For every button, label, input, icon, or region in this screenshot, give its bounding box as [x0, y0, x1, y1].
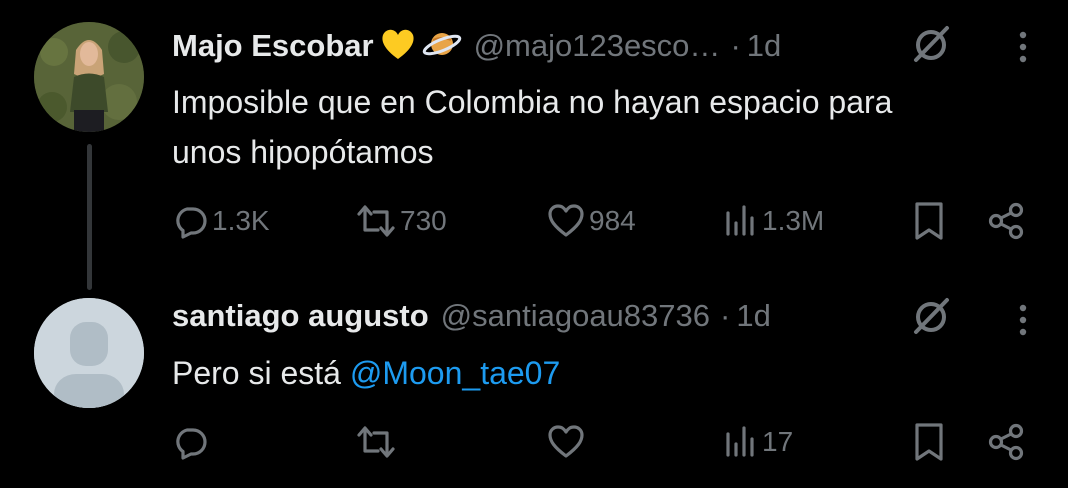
reply-icon — [176, 428, 207, 460]
like-count: 984 — [589, 205, 636, 236]
yellow-heart-icon — [380, 27, 416, 66]
grok-icon[interactable] — [909, 23, 953, 67]
author-name[interactable]: santiago augusto — [172, 298, 429, 334]
views-button[interactable]: 1.3M — [724, 199, 824, 243]
bookmark-icon — [915, 423, 943, 461]
tweet-text: Pero si está @Moon_tae07 — [172, 348, 1042, 398]
share-button[interactable] — [986, 420, 1026, 464]
avatar-majo-escobar[interactable] — [34, 22, 144, 132]
bookmark-icon — [915, 202, 943, 240]
tweet-header: santiago augusto @santiagoau83736 · 1d — [172, 296, 771, 336]
retweet-icon — [357, 205, 395, 237]
tweet-time[interactable]: 1d — [736, 298, 770, 334]
avatar-santiago-augusto[interactable] — [34, 298, 144, 408]
more-icon[interactable] — [1013, 29, 1033, 65]
default-avatar-icon — [34, 298, 144, 408]
reply-icon — [176, 207, 207, 239]
action-bar: 17 — [172, 420, 1032, 464]
more-icon[interactable] — [1013, 302, 1033, 338]
like-button[interactable] — [547, 420, 589, 464]
tweet-text-line-2: unos hipopótamos — [172, 134, 434, 170]
tweet-text-line-1: Imposible que en Colombia no hayan espac… — [172, 84, 893, 120]
views-button[interactable]: 17 — [724, 420, 793, 464]
separator-dot: · — [730, 28, 741, 63]
reply-count: 1.3K — [212, 205, 270, 236]
tweet-text: Imposible que en Colombia no hayan espac… — [172, 77, 1042, 177]
retweet-count: 730 — [400, 205, 447, 236]
like-button[interactable]: 984 — [547, 199, 636, 243]
reply-button[interactable]: 1.3K — [172, 199, 270, 243]
like-icon — [548, 425, 584, 458]
views-count: 17 — [762, 426, 794, 457]
share-icon — [988, 202, 1024, 240]
retweet-button[interactable]: 730 — [356, 199, 447, 243]
thread-connector-line — [87, 144, 92, 290]
author-name[interactable]: Majo Escobar — [172, 28, 374, 64]
tweet-time[interactable]: 1d — [747, 28, 781, 64]
share-icon — [988, 423, 1024, 461]
like-icon — [548, 204, 584, 237]
author-handle[interactable]: @santiagoau83736 — [441, 298, 710, 334]
separator-dot: · — [720, 298, 731, 333]
ringed-planet-icon — [422, 26, 462, 67]
tweet-1[interactable]: Majo Escobar @majo123esco… · 1d Imposibl… — [0, 0, 1068, 290]
grok-icon[interactable] — [909, 295, 953, 339]
views-icon — [726, 426, 754, 457]
author-handle[interactable]: @majo123esco… — [474, 28, 721, 64]
retweet-button[interactable] — [356, 420, 400, 464]
profile-photo — [34, 22, 144, 132]
views-icon — [726, 205, 754, 236]
tweet-2[interactable]: santiago augusto @santiagoau83736 · 1d P… — [0, 270, 1068, 488]
action-bar: 1.3K 730 984 1.3M — [172, 199, 1032, 243]
bookmark-button[interactable] — [912, 199, 946, 243]
tweet-text-prefix: Pero si está — [172, 355, 350, 391]
mention-link[interactable]: @Moon_tae07 — [350, 355, 560, 391]
retweet-icon — [357, 426, 395, 458]
tweet-header: Majo Escobar @majo123esco… · 1d — [172, 26, 781, 66]
reply-button[interactable] — [172, 420, 212, 464]
views-count: 1.3M — [762, 205, 825, 236]
bookmark-button[interactable] — [912, 420, 946, 464]
share-button[interactable] — [986, 199, 1026, 243]
